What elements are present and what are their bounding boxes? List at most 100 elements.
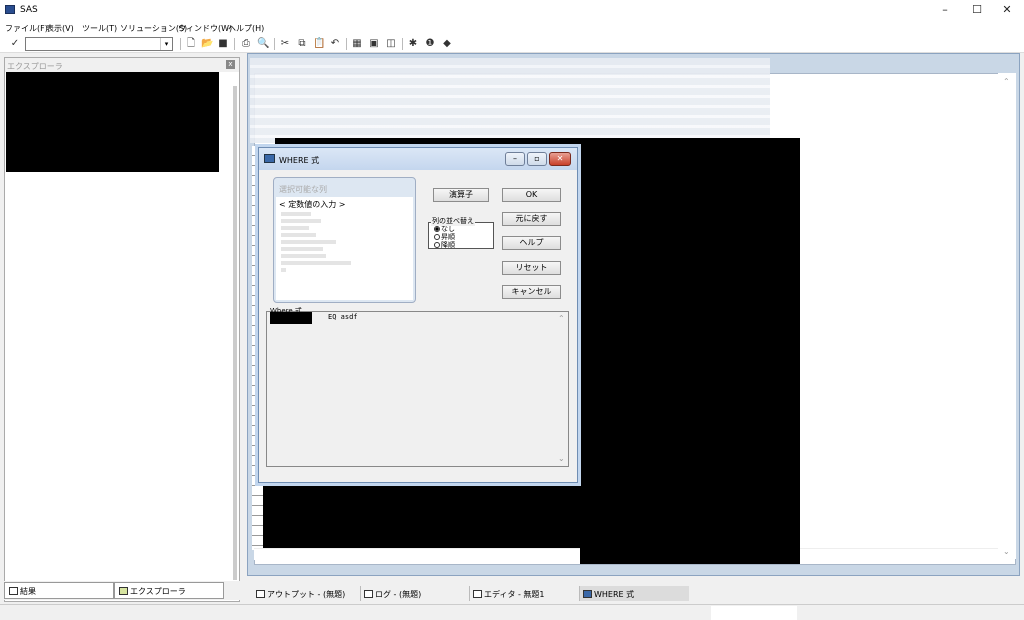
list-item[interactable] (281, 219, 321, 223)
help-icon[interactable]: ❶ (424, 38, 436, 50)
list-item[interactable] (281, 254, 326, 258)
paste-icon[interactable]: 📋 (313, 38, 325, 50)
operators-button[interactable]: 演算子 (433, 188, 489, 202)
menu-file[interactable]: ファイル(F) (5, 23, 48, 34)
toolbar-separator (234, 38, 235, 50)
title-bar: SAS – ☐ ✕ (0, 0, 1024, 20)
tab-log[interactable]: ログ - (無題) (360, 586, 468, 601)
toolbar: ✓ ▾ 🗋 📂 ■ ⎙ 🔍 ✂ ⧉ 📋 ↶ ▦ ▣ ◫ ✱ ❶ ◆ (0, 36, 1024, 53)
close-icon[interactable]: x (226, 60, 235, 69)
tab-results-label: 結果 (20, 587, 36, 596)
scroll-down-icon[interactable]: ⌄ (558, 454, 565, 463)
redacted-block (580, 138, 800, 564)
results-icon[interactable]: ◫ (385, 38, 397, 50)
print-preview-icon[interactable]: 🔍 (257, 38, 269, 50)
menu-help[interactable]: ヘルプ(H) (228, 23, 264, 34)
menu-tools[interactable]: ツール(T) (82, 23, 117, 34)
list-item[interactable] (281, 247, 323, 251)
explorer-icon (119, 587, 128, 595)
command-box[interactable]: ▾ (25, 37, 173, 51)
toolbar-separator (346, 38, 347, 50)
tab-where-label: WHERE 式 (594, 590, 635, 599)
tab-explorer[interactable]: エクスプローラ (114, 582, 224, 599)
reset-button[interactable]: リセット (502, 261, 561, 275)
redacted-block (275, 138, 580, 146)
list-item[interactable]: < 定数値の入力 > (279, 199, 346, 210)
list-item[interactable] (281, 261, 351, 265)
tab-explorer-label: エクスプローラ (130, 587, 186, 596)
new-icon[interactable]: 🗋 (185, 38, 197, 50)
radio-icon (434, 242, 440, 248)
dialog-minimize-button[interactable]: – (505, 152, 525, 166)
window-tabs: アウトプット - (無題) ログ - (無題) エディタ - 無題1 WHERE… (247, 583, 1024, 601)
explorer-title: エクスプローラ (7, 62, 63, 71)
scroll-down-icon[interactable]: ⌄ (1003, 547, 1010, 556)
list-item[interactable] (281, 212, 311, 216)
where-scrollbar[interactable]: ⌃ ⌄ (556, 314, 568, 465)
radio-icon (434, 234, 440, 240)
undo-button[interactable]: 元に戻す (502, 212, 561, 226)
explorer-icon[interactable]: ▣ (368, 38, 380, 50)
toolbar-separator (180, 38, 181, 50)
explorer-header: エクスプローラ x (5, 58, 239, 72)
blurred-table (250, 58, 770, 143)
list-item[interactable] (281, 226, 309, 230)
where-icon (264, 154, 275, 163)
status-bar (0, 604, 1024, 620)
editor-icon (473, 590, 482, 598)
dialog-close-button[interactable]: ✕ (549, 152, 571, 166)
left-tabs: 結果 エクスプローラ (4, 581, 240, 600)
log-icon (364, 590, 373, 598)
tab-output[interactable]: アウトプット - (無題) (253, 586, 359, 601)
scroll-up-icon[interactable]: ⌃ (558, 314, 565, 323)
menu-view[interactable]: 表示(V) (46, 23, 74, 34)
print-icon[interactable]: ⎙ (240, 38, 252, 50)
tab-editor[interactable]: エディタ - 無題1 (469, 586, 577, 601)
close-button[interactable]: ✕ (996, 3, 1018, 17)
available-columns-list[interactable]: < 定数値の入力 > (276, 197, 413, 300)
book-icon[interactable]: ◆ (441, 38, 453, 50)
run-icon[interactable]: ✱ (407, 38, 419, 50)
list-item[interactable] (281, 268, 286, 272)
radio-selected-icon (434, 226, 440, 232)
sas-app-icon (5, 5, 15, 14)
tab-editor-label: エディタ - 無題1 (484, 590, 545, 599)
dialog-title-bar: WHERE 式 – ▫ ✕ (259, 148, 577, 170)
chevron-down-icon[interactable]: ▾ (160, 38, 172, 50)
cancel-button[interactable]: キャンセル (502, 285, 561, 299)
sort-none-radio[interactable]: なし (434, 225, 455, 233)
tab-results[interactable]: 結果 (4, 582, 114, 599)
copy-icon[interactable]: ⧉ (296, 38, 308, 50)
libraries-icon[interactable]: ▦ (351, 38, 363, 50)
workspace-vertical-scrollbar[interactable]: ⌃ ⌄ (998, 73, 1016, 559)
window-title: SAS (20, 5, 38, 15)
explorer-scrollbar[interactable] (233, 86, 237, 580)
tab-output-label: アウトプット - (無題) (267, 590, 346, 599)
tab-where[interactable]: WHERE 式 (579, 586, 689, 601)
output-icon (256, 590, 265, 598)
where-expression-text: EQ asdf (328, 313, 358, 321)
sort-asc-radio[interactable]: 昇順 (434, 233, 455, 241)
sort-desc-label: 降順 (441, 241, 455, 249)
where-icon (583, 590, 592, 598)
dialog-maximize-button[interactable]: ▫ (527, 152, 547, 166)
cut-icon[interactable]: ✂ (279, 38, 291, 50)
menu-window[interactable]: ウィンドウ(W) (178, 23, 232, 34)
maximize-button[interactable]: ☐ (966, 3, 988, 17)
ok-button[interactable]: OK (502, 188, 561, 202)
check-icon[interactable]: ✓ (9, 38, 21, 50)
sort-desc-radio[interactable]: 降順 (434, 241, 455, 249)
undo-icon[interactable]: ↶ (329, 38, 341, 50)
save-icon[interactable]: ■ (217, 38, 229, 50)
toolbar-separator (402, 38, 403, 50)
list-item[interactable] (281, 233, 316, 237)
available-columns-group: 選択可能な列 < 定数値の入力 > (273, 177, 416, 303)
scroll-up-icon[interactable]: ⌃ (1003, 77, 1010, 86)
where-expression-box[interactable] (266, 311, 569, 467)
tab-log-label: ログ - (無題) (375, 590, 422, 599)
sort-label: 列の並べ替え (431, 216, 475, 226)
minimize-button[interactable]: – (934, 3, 956, 17)
help-button[interactable]: ヘルプ (502, 236, 561, 250)
open-icon[interactable]: 📂 (201, 38, 213, 50)
list-item[interactable] (281, 240, 336, 244)
